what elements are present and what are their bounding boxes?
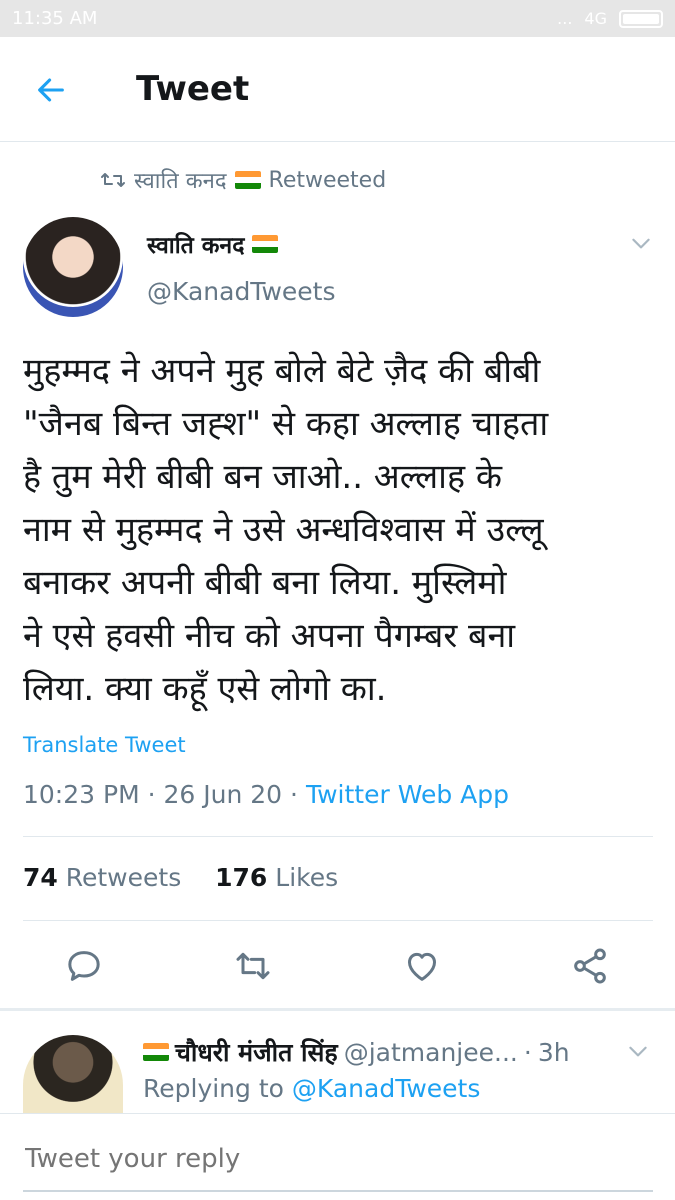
reply-author-handle: @jatmanjee... xyxy=(343,1037,518,1067)
india-flag-icon xyxy=(234,171,261,189)
divider xyxy=(23,920,653,921)
status-bar: 11:35 AM ... 4G xyxy=(0,0,675,37)
author-handle[interactable]: @KanadTweets xyxy=(147,277,335,306)
reply-author-name: चौधरी मंजीत सिंह xyxy=(175,1038,338,1067)
battery-icon xyxy=(619,9,663,28)
divider xyxy=(23,836,653,837)
like-icon[interactable] xyxy=(402,946,442,986)
tweet-text: मुहम्मद ने अपने मुह बोले बेटे ज़ैद की बी… xyxy=(23,351,549,709)
tweet-source-link[interactable]: Twitter Web App xyxy=(306,780,509,809)
top-bar: Tweet xyxy=(0,37,675,142)
retweeted-by-line[interactable]: स्वाति कनद Retweeted xyxy=(100,165,386,195)
network-label: 4G xyxy=(584,9,607,28)
tweet-metadata: 10:23 PM · 26 Jun 20 · Twitter Web App xyxy=(23,780,509,809)
reply-age: 3h xyxy=(537,1037,570,1067)
author-name[interactable]: स्वाति कनद xyxy=(147,228,279,260)
reply-icon[interactable] xyxy=(64,946,104,986)
status-dots: ... xyxy=(557,9,573,28)
reply-avatar[interactable] xyxy=(23,1035,123,1113)
likes-label: Likes xyxy=(275,863,339,892)
chevron-down-icon[interactable] xyxy=(625,1038,651,1064)
status-icons: ... 4G xyxy=(557,9,663,28)
retweets-stat[interactable]: 74 Retweets xyxy=(23,863,181,892)
author-name-text: स्वाति कनद xyxy=(147,233,245,259)
replying-to-handle[interactable]: @KanadTweets xyxy=(292,1074,480,1103)
likes-count: 176 xyxy=(215,863,268,892)
section-separator xyxy=(0,1008,675,1011)
replying-to-line: Replying to @KanadTweets xyxy=(143,1074,480,1103)
back-arrow-icon[interactable] xyxy=(34,73,68,107)
engagement-counts: 74 Retweets 176 Likes xyxy=(23,863,338,892)
retweets-count: 74 xyxy=(23,863,58,892)
india-flag-icon xyxy=(252,235,279,253)
chevron-down-icon[interactable] xyxy=(628,230,654,256)
status-time: 11:35 AM xyxy=(12,8,98,29)
likes-stat[interactable]: 176 Likes xyxy=(215,863,338,892)
reply-composer xyxy=(0,1113,675,1200)
retweet-button-icon[interactable] xyxy=(233,946,273,986)
tweet-date: 26 Jun 20 xyxy=(163,780,283,809)
reply-input-underline xyxy=(23,1190,653,1192)
reply-input[interactable] xyxy=(23,1138,657,1180)
avatar[interactable] xyxy=(23,217,123,317)
retweet-icon xyxy=(101,173,125,187)
tweet-action-bar xyxy=(0,940,675,1000)
translate-tweet-link[interactable]: Translate Tweet xyxy=(23,733,186,757)
share-icon[interactable] xyxy=(570,946,610,986)
india-flag-icon xyxy=(143,1043,169,1061)
retweeter-name: स्वाति कनद xyxy=(134,169,227,194)
replying-prefix: Replying to xyxy=(143,1074,284,1103)
page-title: Tweet xyxy=(136,69,250,109)
retweeted-label: Retweeted xyxy=(268,167,387,193)
reply-header[interactable]: चौधरी मंजीत सिंह @jatmanjee... · 3h xyxy=(143,1035,570,1069)
retweets-label: Retweets xyxy=(65,863,182,892)
tweet-time: 10:23 PM xyxy=(23,780,140,809)
